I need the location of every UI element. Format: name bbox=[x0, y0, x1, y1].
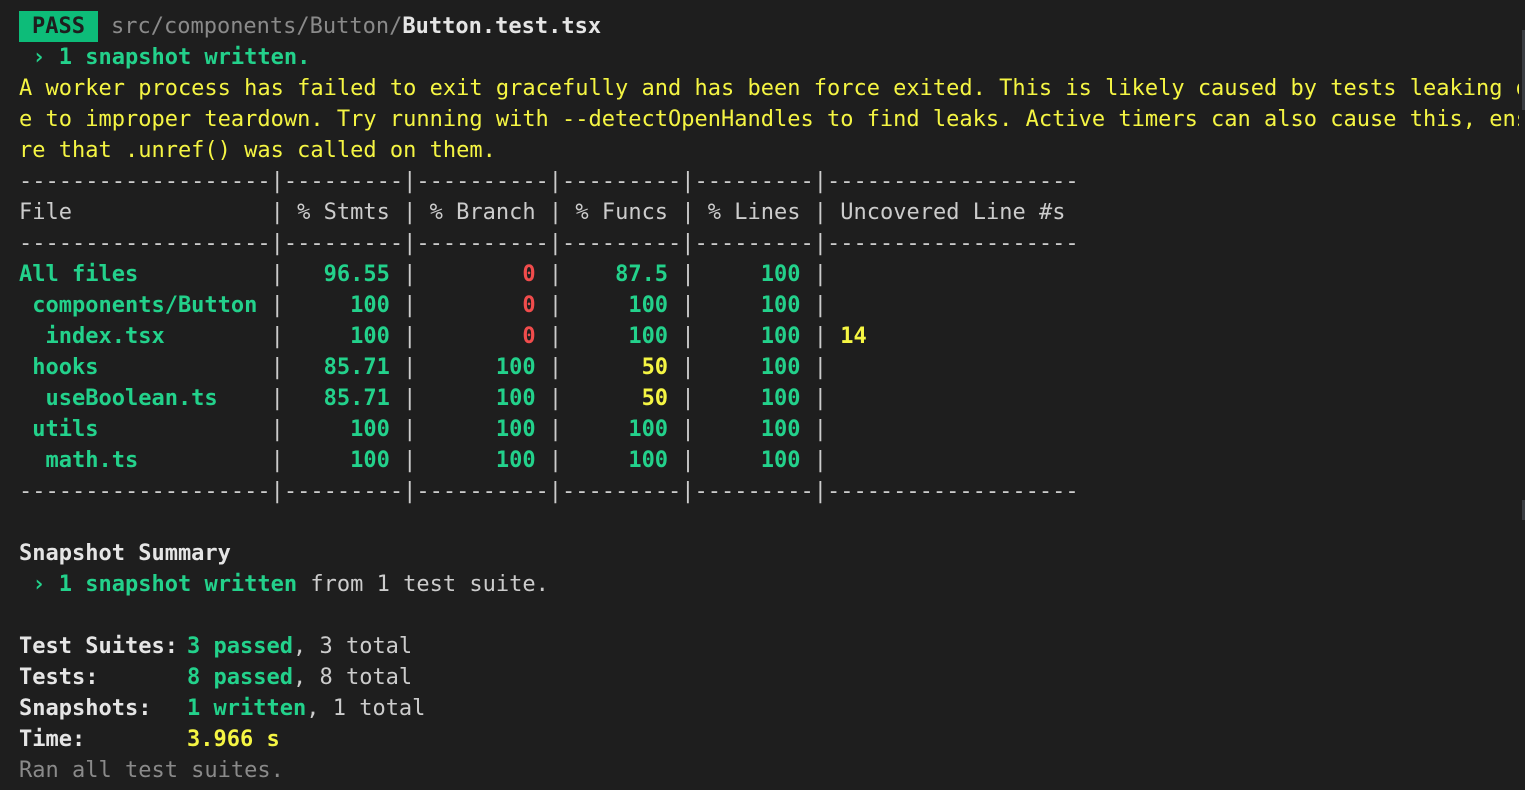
summary-snapshots: Snapshots: 1 written, 1 total bbox=[19, 693, 1519, 724]
coverage-branch-value: 0 bbox=[416, 324, 549, 349]
coverage-header-file: File bbox=[19, 200, 271, 225]
summary-total: , 8 total bbox=[292, 665, 413, 690]
coverage-lines-value: 100 bbox=[694, 262, 814, 287]
snapshot-written-note: › 1 snapshot written. bbox=[19, 45, 311, 70]
summary-total: , 1 total bbox=[306, 696, 426, 721]
summary-time: Time: 3.966 s bbox=[19, 724, 1519, 755]
summary-passed: 3 passed bbox=[187, 634, 293, 659]
coverage-funcs-value: 100 bbox=[562, 324, 682, 349]
coverage-stmts-value: 85.71 bbox=[283, 386, 404, 411]
coverage-file-name: useBoolean.ts bbox=[19, 386, 271, 411]
coverage-lines-value: 100 bbox=[694, 417, 814, 442]
summary-tests: Tests: 8 passed, 8 total bbox=[19, 662, 1519, 693]
coverage-branch-value: 0 bbox=[416, 293, 549, 318]
summary-written: 1 written bbox=[187, 696, 307, 721]
coverage-header-uncovered: Uncovered Line #s bbox=[827, 200, 1066, 225]
coverage-stmts-value: 100 bbox=[283, 324, 404, 349]
summary-label: Tests: bbox=[19, 665, 99, 690]
worker-warning-line-1: A worker process has failed to exit grac… bbox=[19, 76, 1519, 101]
summary-passed: 8 passed bbox=[187, 665, 293, 690]
test-file-header: PASS src/components/Button/Button.test.ts… bbox=[19, 11, 1519, 42]
coverage-separator: -------------------|---------|----------… bbox=[19, 479, 1079, 504]
coverage-row: math.ts | 100 | 100 | 100 | 100 | bbox=[19, 445, 1519, 476]
coverage-funcs-value: 100 bbox=[562, 448, 682, 473]
coverage-header-row: File | % Stmts | % Branch | % Funcs | % … bbox=[19, 200, 1066, 225]
test-file-name: Button.test.tsx bbox=[402, 14, 602, 39]
coverage-lines-value: 100 bbox=[694, 386, 814, 411]
coverage-uncovered-lines bbox=[827, 293, 840, 318]
snapshot-summary-line: › 1 snapshot written from 1 test suite. bbox=[19, 569, 1519, 600]
snapshot-summary-rest: from 1 test suite. bbox=[297, 572, 549, 597]
coverage-separator: -------------------|---------|----------… bbox=[19, 231, 1079, 256]
coverage-row: useBoolean.ts | 85.71 | 100 | 50 | 100 | bbox=[19, 383, 1519, 414]
summary-total: , 3 total bbox=[292, 634, 413, 659]
coverage-branch-value: 100 bbox=[416, 417, 549, 442]
coverage-lines-value: 100 bbox=[694, 293, 814, 318]
coverage-stmts-value: 100 bbox=[283, 293, 404, 318]
coverage-header-cell: % Funcs bbox=[562, 200, 682, 225]
coverage-header-cell: % Branch bbox=[416, 200, 549, 225]
coverage-file-name: All files bbox=[19, 262, 271, 287]
coverage-file-name: math.ts bbox=[19, 448, 271, 473]
terminal-output: PASS src/components/Button/Button.test.ts… bbox=[19, 11, 1519, 786]
snapshot-summary-title: Snapshot Summary bbox=[19, 541, 231, 566]
coverage-stmts-value: 96.55 bbox=[283, 262, 404, 287]
worker-warning-line-2: e to improper teardown. Try running with… bbox=[19, 107, 1519, 132]
coverage-branch-value: 0 bbox=[416, 262, 549, 287]
snapshot-summary-prefix: › bbox=[19, 572, 59, 597]
snapshot-summary-highlight: 1 snapshot written bbox=[58, 572, 298, 597]
coverage-row: components/Button | 100 | 0 | 100 | 100 … bbox=[19, 290, 1519, 321]
summary-label: Time: bbox=[19, 727, 86, 752]
coverage-uncovered-lines bbox=[827, 386, 840, 411]
coverage-file-name: hooks bbox=[19, 355, 271, 380]
coverage-file-name: components/Button bbox=[19, 293, 271, 318]
coverage-lines-value: 100 bbox=[694, 355, 814, 380]
coverage-funcs-value: 50 bbox=[562, 355, 682, 380]
coverage-branch-value: 100 bbox=[416, 448, 549, 473]
coverage-funcs-value: 50 bbox=[562, 386, 682, 411]
coverage-stmts-value: 100 bbox=[283, 417, 404, 442]
coverage-uncovered-lines bbox=[827, 355, 840, 380]
worker-warning-line-3: re that .unref() was called on them. bbox=[19, 138, 496, 163]
coverage-uncovered-lines bbox=[827, 417, 840, 442]
summary-label: Snapshots: bbox=[19, 696, 152, 721]
coverage-lines-value: 100 bbox=[694, 448, 814, 473]
coverage-uncovered-lines bbox=[827, 448, 840, 473]
coverage-uncovered-lines bbox=[827, 262, 840, 287]
test-file-dir: src/components/Button/ bbox=[110, 14, 403, 39]
coverage-row: hooks | 85.71 | 100 | 50 | 100 | bbox=[19, 352, 1519, 383]
summary-test-suites: Test Suites: 3 passed, 3 total bbox=[19, 631, 1519, 662]
summary-time-value: 3.966 s bbox=[187, 727, 280, 752]
coverage-funcs-value: 100 bbox=[562, 293, 682, 318]
coverage-uncovered-lines: 14 bbox=[827, 324, 867, 349]
coverage-row: index.tsx | 100 | 0 | 100 | 100 | 14 bbox=[19, 324, 867, 349]
coverage-stmts-value: 100 bbox=[283, 448, 404, 473]
coverage-table: -------------------|---------|----------… bbox=[19, 166, 1519, 507]
coverage-funcs-value: 100 bbox=[562, 417, 682, 442]
coverage-row: All files | 96.55 | 0 | 87.5 | 100 | bbox=[19, 259, 1519, 290]
coverage-branch-value: 100 bbox=[416, 386, 549, 411]
ran-all-suites-note: Ran all test suites. bbox=[19, 758, 284, 783]
coverage-separator: -------------------|---------|----------… bbox=[19, 169, 1079, 194]
coverage-file-name: utils bbox=[19, 417, 271, 442]
coverage-funcs-value: 87.5 bbox=[562, 262, 682, 287]
pass-badge: PASS bbox=[19, 11, 98, 42]
coverage-header-cell: % Stmts bbox=[283, 200, 404, 225]
coverage-branch-value: 100 bbox=[416, 355, 549, 380]
coverage-stmts-value: 85.71 bbox=[283, 355, 404, 380]
coverage-lines-value: 100 bbox=[694, 324, 814, 349]
coverage-header-cell: % Lines bbox=[694, 200, 814, 225]
coverage-row: utils | 100 | 100 | 100 | 100 | bbox=[19, 414, 1519, 445]
summary-label: Test Suites: bbox=[19, 634, 178, 659]
coverage-file-name: index.tsx bbox=[19, 324, 271, 349]
